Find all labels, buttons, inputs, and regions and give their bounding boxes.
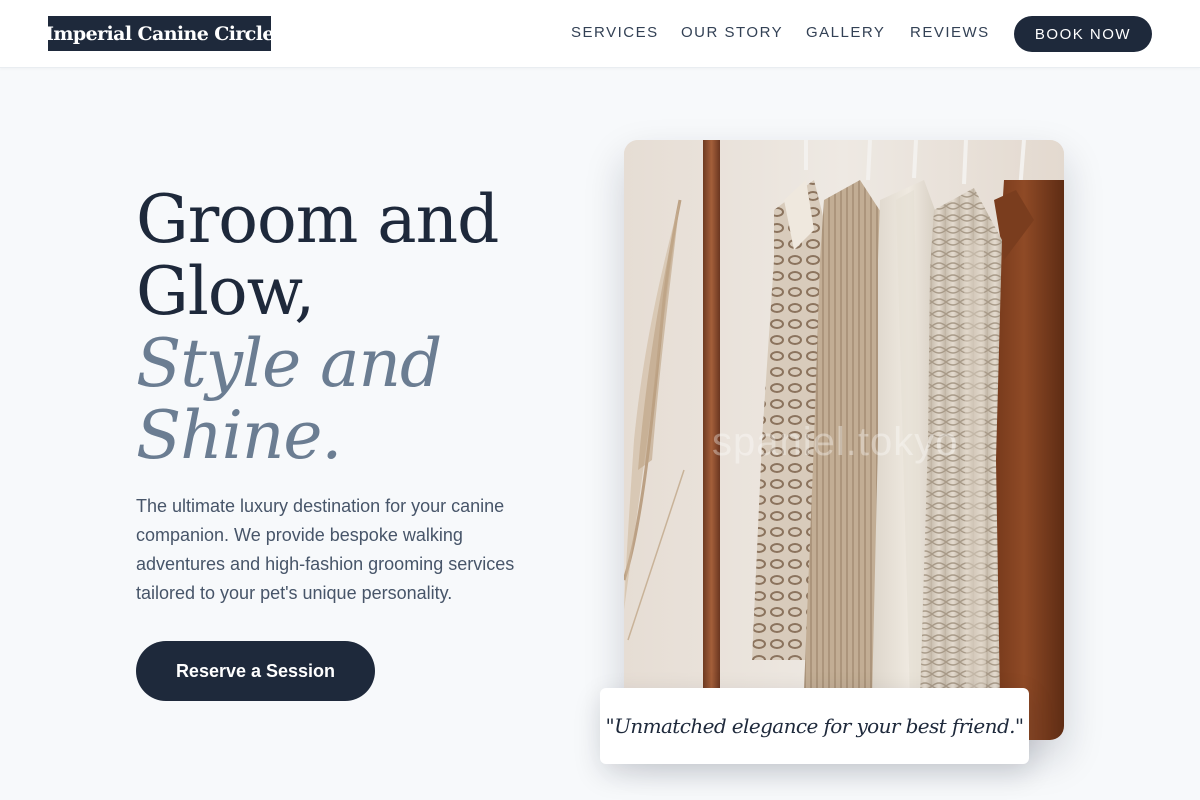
nav-item-reviews[interactable]: REVIEWS bbox=[910, 24, 990, 41]
hero-title-accent-line-1: Style and bbox=[136, 325, 442, 402]
hero-title-accent-line-2: Shine. bbox=[136, 397, 342, 474]
watermark-text: spaniel.tokyo bbox=[712, 420, 959, 464]
reserve-session-button[interactable]: Reserve a Session bbox=[136, 641, 375, 701]
site-header: Imperial Canine Circle SERVICES OUR STOR… bbox=[0, 0, 1200, 68]
brand-logo[interactable]: Imperial Canine Circle bbox=[45, 16, 274, 51]
hero-title: Groom and Glow, Style and Shine. bbox=[136, 184, 566, 472]
hero-title-line-2: Glow, bbox=[136, 253, 315, 330]
testimonial-quote-card: "Unmatched elegance for your best friend… bbox=[600, 688, 1029, 764]
hero-photo-clothing-rack: spaniel.tokyo bbox=[624, 140, 1064, 740]
hero-description: The ultimate luxury destination for your… bbox=[136, 496, 515, 603]
brand-name: Imperial Canine Circle bbox=[45, 22, 274, 45]
testimonial-quote: "Unmatched elegance for your best friend… bbox=[605, 714, 1024, 738]
nav-item-services[interactable]: SERVICES bbox=[571, 24, 659, 41]
nav-item-gallery[interactable]: GALLERY bbox=[806, 24, 885, 41]
nav-item-our-story[interactable]: OUR STORY bbox=[681, 24, 783, 41]
hero-title-line-1: Groom and bbox=[136, 181, 499, 258]
book-now-button[interactable]: BOOK NOW bbox=[1014, 16, 1152, 52]
